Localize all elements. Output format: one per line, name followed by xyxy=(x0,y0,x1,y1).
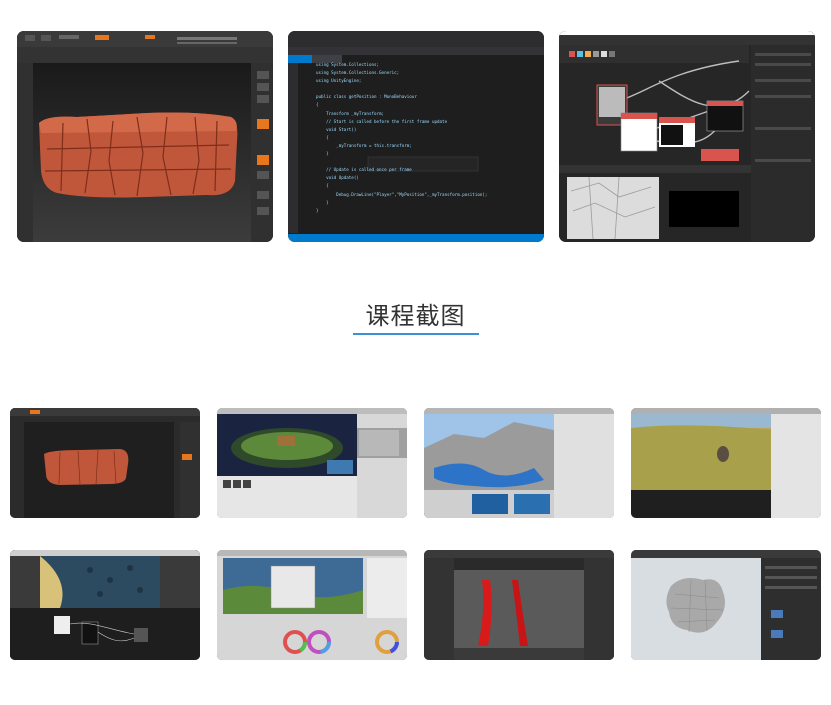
grid-red-curves-image xyxy=(424,550,614,660)
node-graph-image xyxy=(559,31,815,242)
grid-color-grading-image xyxy=(217,550,407,660)
code-line: { xyxy=(316,183,329,189)
section-title: 课程截图 xyxy=(365,302,466,330)
grid-sculpt-rock-image xyxy=(10,408,200,518)
code-line: _myTransform = this.transform; xyxy=(316,142,412,148)
code-line: void Update() xyxy=(316,175,359,181)
title-underline xyxy=(353,333,479,335)
code-line: Debug.DrawLine("Player","MyPosition",_my… xyxy=(316,191,488,197)
code-line: void Start() xyxy=(316,126,357,132)
grid-shot-terrain[interactable] xyxy=(424,408,614,518)
code-line: { xyxy=(316,102,319,108)
grid-shot-sculpt-rock[interactable] xyxy=(10,408,200,518)
grid-terrain-image xyxy=(424,408,614,518)
code-line: } xyxy=(316,199,329,205)
screenshot-code-editor[interactable]: using System.Collections; using System.Co… xyxy=(288,31,544,242)
grid-beach-nodes-image xyxy=(10,550,200,660)
code-line: public class getPosition : MonoBehaviour xyxy=(316,94,417,100)
grid-shot-beach-nodes[interactable] xyxy=(10,550,200,660)
code-line: Transform _myTransform; xyxy=(316,110,385,116)
code-line: // Start is called before the first fram… xyxy=(316,118,448,124)
code-line: // Update is called once per frame xyxy=(316,167,412,173)
grid-rock-mesh-image xyxy=(631,550,821,660)
grid-shot-island[interactable] xyxy=(217,408,407,518)
screenshot-sculpt-rock[interactable] xyxy=(17,31,273,242)
grid-shot-grass[interactable] xyxy=(631,408,821,518)
code-line: { xyxy=(316,134,329,140)
sculpt-rock-image xyxy=(17,31,273,242)
code-line: using System.Collections; xyxy=(316,62,380,67)
grid-grass-image xyxy=(631,408,821,518)
grid-shot-red-curves[interactable] xyxy=(424,550,614,660)
grid-shot-color-grading[interactable] xyxy=(217,550,407,660)
code-line: using System.Collections.Generic; xyxy=(316,70,400,76)
code-line: using UnityEngine; xyxy=(316,78,362,84)
code-line: } xyxy=(316,151,329,157)
grid-shot-rock-mesh[interactable] xyxy=(631,550,821,660)
code-text: using System.Collections; using System.Co… xyxy=(316,61,487,215)
code-line: } xyxy=(316,207,319,213)
screenshot-node-graph[interactable] xyxy=(559,31,815,242)
grid-island-image xyxy=(217,408,407,518)
